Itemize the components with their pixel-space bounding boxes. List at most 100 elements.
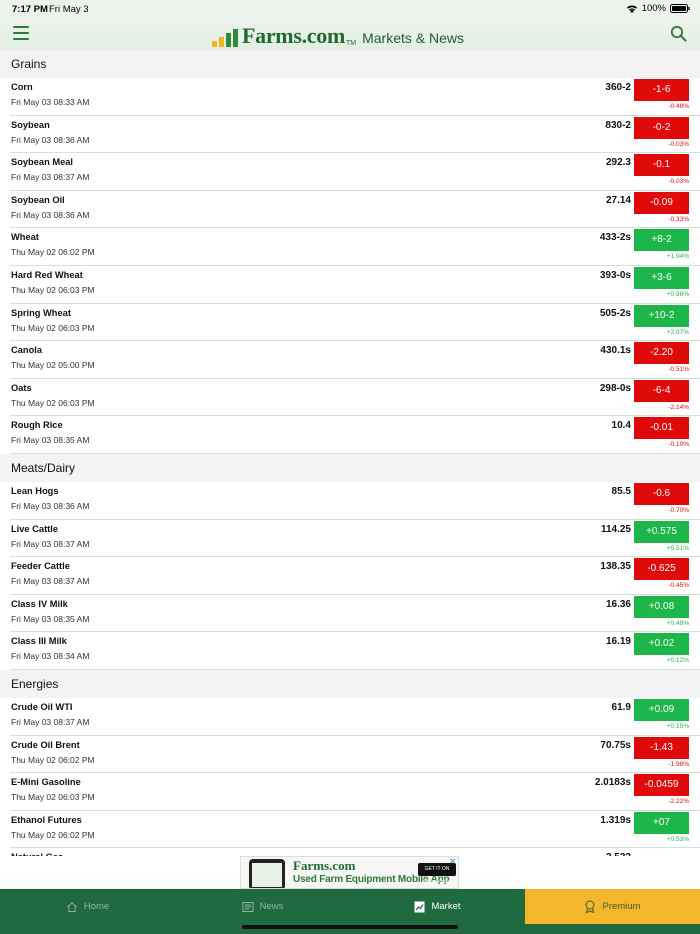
last-price: 1.319s bbox=[600, 814, 631, 826]
percent-change: -0.33% bbox=[668, 215, 689, 223]
search-icon[interactable] bbox=[670, 25, 687, 42]
status-bar: 7:17 PM Fri May 3 100% bbox=[0, 0, 700, 18]
market-row[interactable]: Oats Thu May 02 06:03 PM 298-0s -6-4 -2.14% bbox=[10, 379, 700, 417]
market-row[interactable]: Rough Rice Fri May 03 08:35 AM 10.4 -0.01 -0… bbox=[10, 416, 700, 454]
ad-logo: Farms.com bbox=[293, 858, 356, 873]
tab-home[interactable]: Home bbox=[0, 889, 175, 924]
last-price: 505-2s bbox=[599, 307, 631, 319]
tab-market[interactable]: Market bbox=[350, 889, 525, 924]
quote-time: Fri May 03 08:37 AM bbox=[11, 538, 90, 549]
percent-change: -0.45% bbox=[668, 582, 689, 590]
market-row[interactable]: Spring Wheat Thu May 02 06:03 PM 505-2s +10… bbox=[10, 304, 700, 342]
market-row[interactable]: Class III Milk Fri May 03 08:34 AM 16.19 +0… bbox=[10, 632, 700, 670]
commodity-name: Natural Gas bbox=[11, 852, 63, 856]
last-price: 360-2 bbox=[605, 82, 631, 93]
market-row[interactable]: Live Cattle Fri May 03 08:37 AM 114.25 +0.5… bbox=[10, 520, 700, 558]
percent-change: +0.51% bbox=[666, 544, 689, 552]
market-row[interactable]: Soybean Meal Fri May 03 08:37 AM 292.3 -0.1… bbox=[10, 153, 700, 191]
quote-time: Fri May 03 08:35 AM bbox=[11, 613, 90, 624]
commodity-name: Soybean Oil bbox=[11, 194, 65, 205]
home-indicator bbox=[242, 925, 458, 929]
last-price: 433-2s bbox=[599, 232, 631, 244]
net-change-badge: +0.02 bbox=[634, 633, 689, 656]
app-header: Farms.com TM Markets & News bbox=[0, 18, 700, 50]
market-row[interactable]: Wheat Thu May 02 06:02 PM 433-2s +8-2 +1.94% bbox=[10, 228, 700, 266]
percent-change: +2.07% bbox=[666, 328, 689, 336]
quote-time: Thu May 02 06:02 PM bbox=[11, 754, 95, 765]
net-change-badge: -6-4 bbox=[634, 379, 689, 402]
status-time: 7:17 PM bbox=[12, 4, 48, 15]
tab-news[interactable]: News bbox=[175, 889, 350, 924]
net-change-badge: +8-2 bbox=[634, 229, 689, 252]
tab-premium[interactable]: Premium bbox=[525, 889, 700, 924]
net-change-badge: -2.20 bbox=[634, 342, 689, 365]
quote-time: Fri May 03 08:37 AM bbox=[11, 172, 90, 183]
commodity-name: Ethanol Futures bbox=[11, 814, 82, 825]
market-list[interactable]: Grains Corn Fri May 03 08:33 AM 360-2 -1-6 -0… bbox=[0, 50, 700, 856]
net-change-badge: -0.1 bbox=[634, 154, 689, 177]
net-change-badge: -1-6 bbox=[634, 79, 689, 101]
wifi-icon bbox=[626, 4, 638, 13]
last-price: 430.1s bbox=[600, 345, 631, 357]
percent-change: +0.12% bbox=[666, 657, 689, 665]
percent-change: -1.98% bbox=[668, 760, 689, 768]
market-row[interactable]: Crude Oil Brent Thu May 02 06:02 PM 70.75s… bbox=[10, 736, 700, 774]
commodity-name: Soybean bbox=[11, 119, 50, 130]
percent-change: -0.10% bbox=[668, 441, 689, 449]
section-header: Grains bbox=[0, 50, 700, 78]
market-row[interactable]: Feeder Cattle Fri May 03 08:37 AM 138.35 -0… bbox=[10, 557, 700, 595]
section-header: Energies bbox=[0, 669, 700, 698]
market-row[interactable]: Class IV Milk Fri May 03 08:35 AM 16.36 +0.… bbox=[10, 595, 700, 633]
commodity-name: Soybean Meal bbox=[11, 157, 74, 168]
tab-market-label: Market bbox=[431, 901, 461, 912]
hamburger-menu-icon[interactable] bbox=[13, 26, 29, 40]
market-row[interactable]: Lean Hogs Fri May 03 08:36 AM 85.5 -0.6 -0.7… bbox=[10, 482, 700, 520]
commodity-name: E-Mini Gasoline bbox=[11, 777, 81, 788]
quote-time: Thu May 02 06:03 PM bbox=[11, 792, 95, 803]
quote-time: Fri May 03 08:33 AM bbox=[11, 97, 90, 107]
market-row[interactable]: Corn Fri May 03 08:33 AM 360-2 -1-6 -0.48% bbox=[10, 78, 700, 116]
newspaper-icon bbox=[242, 901, 254, 913]
percent-change: -0.70% bbox=[668, 506, 689, 514]
last-price: 16.19 bbox=[605, 636, 631, 648]
quote-time: Fri May 03 08:36 AM bbox=[11, 500, 90, 511]
market-row[interactable]: Soybean Fri May 03 08:36 AM 830-2 -0-2 -0.03… bbox=[10, 116, 700, 154]
net-change-badge: -0-2 bbox=[634, 116, 689, 139]
quote-time: Thu May 02 06:03 PM bbox=[11, 397, 95, 408]
last-price: 27.14 bbox=[605, 194, 631, 206]
percent-change: -2.22% bbox=[668, 798, 689, 806]
ad-banner[interactable]: Farms.com Used Farm Equipment Mobile App… bbox=[240, 856, 459, 889]
market-row[interactable]: E-Mini Gasoline Thu May 02 06:03 PM 2.0183… bbox=[10, 773, 700, 811]
quote-time: Thu May 02 06:02 PM bbox=[11, 247, 95, 258]
last-price: 61.9 bbox=[611, 701, 631, 713]
commodity-name: Feeder Cattle bbox=[11, 561, 70, 572]
last-price: 138.35 bbox=[600, 561, 631, 573]
percent-change: -0.48% bbox=[668, 103, 689, 110]
last-price: 393-0s bbox=[599, 269, 631, 281]
net-change-badge: -0.625 bbox=[634, 558, 689, 581]
percent-change: +0.53% bbox=[666, 835, 689, 843]
net-change-badge: +0.09 bbox=[634, 698, 689, 721]
market-row[interactable]: Soybean Oil Fri May 03 08:36 AM 27.14 -0.09… bbox=[10, 191, 700, 229]
commodity-name: Crude Oil Brent bbox=[11, 739, 80, 750]
last-price: 292.3 bbox=[605, 157, 631, 169]
net-change-badge: +07 bbox=[634, 811, 689, 834]
tab-home-label: Home bbox=[83, 901, 110, 912]
commodity-name: Canola bbox=[11, 345, 42, 356]
market-row[interactable]: Ethanol Futures Thu May 02 06:02 PM 1.319s… bbox=[10, 811, 700, 849]
market-row[interactable]: Canola Thu May 02 05:00 PM 430.1s -2.20 -0.5… bbox=[10, 341, 700, 379]
last-price: 16.36 bbox=[605, 598, 631, 610]
ad-close-icon[interactable]: ✕ bbox=[449, 857, 456, 866]
quote-time: Fri May 03 08:34 AM bbox=[11, 651, 90, 662]
market-row[interactable]: Natural Gas 2.532 bbox=[10, 848, 700, 856]
quote-time: Thu May 02 06:03 PM bbox=[11, 322, 95, 333]
market-row[interactable]: Hard Red Wheat Thu May 02 06:03 PM 393-0s +… bbox=[10, 266, 700, 304]
percent-change: +0.49% bbox=[666, 619, 689, 627]
last-price: 10.4 bbox=[611, 420, 631, 432]
net-change-badge: -0.6 bbox=[634, 482, 689, 505]
last-price: 298-0s bbox=[599, 382, 631, 394]
battery-percent: 100% bbox=[641, 3, 666, 14]
market-row[interactable]: Crude Oil WTI Fri May 03 08:37 AM 61.9 +0.0… bbox=[10, 698, 700, 736]
home-icon bbox=[66, 901, 78, 913]
battery-icon bbox=[670, 4, 690, 13]
